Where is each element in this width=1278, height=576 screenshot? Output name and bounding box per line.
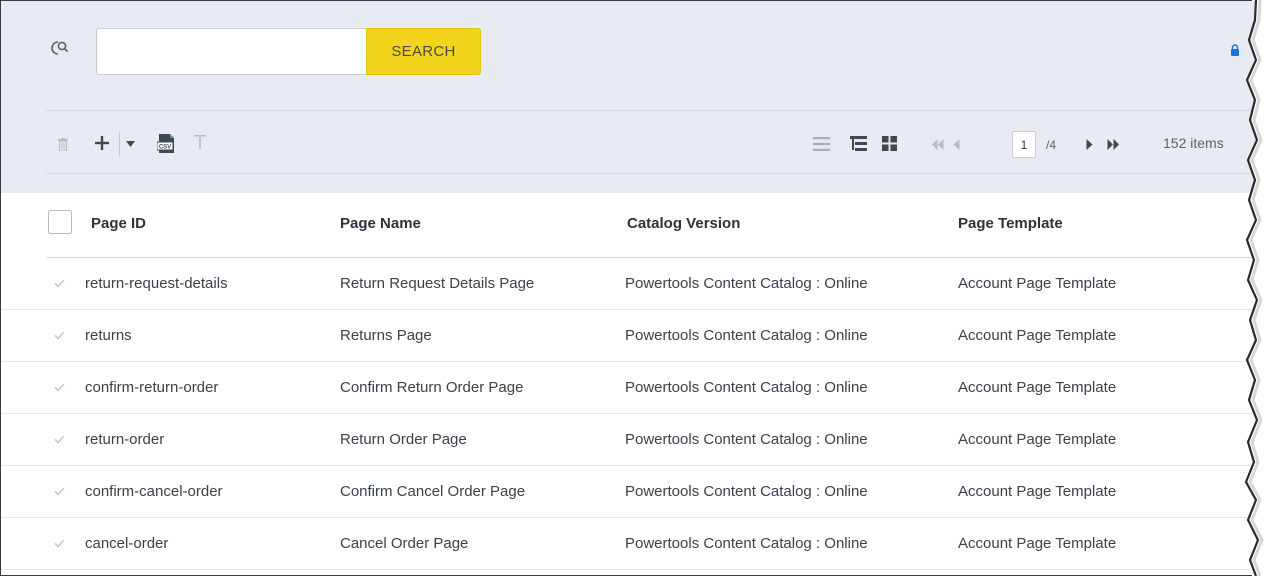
table-body: return-request-details Return Request De…: [1, 258, 1255, 570]
row-select-check-icon[interactable]: [54, 435, 65, 444]
frame-border: [0, 0, 1252, 1]
search-button[interactable]: SEARCH: [366, 28, 481, 75]
grid-view-icon[interactable]: [882, 136, 897, 151]
cell-catalog-version: Powertools Content Catalog : Online: [625, 483, 868, 500]
toolbar-divider: [46, 110, 1256, 111]
cell-catalog-version: Powertools Content Catalog : Online: [625, 327, 868, 344]
cell-page-template: Account Page Template: [958, 535, 1117, 552]
column-header-page-id[interactable]: Page ID: [91, 215, 146, 232]
trash-icon[interactable]: [58, 138, 68, 151]
table-row[interactable]: return-order Return Order Page Powertool…: [1, 414, 1255, 466]
column-header-catalog-version[interactable]: Catalog Version: [627, 215, 740, 232]
cell-page-id: return-order: [85, 431, 165, 448]
frame-border: [0, 0, 1, 576]
add-icon[interactable]: [94, 135, 110, 151]
table-header: Page ID Page Name Catalog Version Page T…: [1, 194, 1256, 258]
cell-page-id: returns: [85, 327, 132, 344]
cell-page-template: Account Page Template: [958, 483, 1117, 500]
row-select-check-icon[interactable]: [54, 539, 65, 548]
next-page-icon[interactable]: [1086, 139, 1093, 150]
prev-page-icon[interactable]: [953, 139, 960, 150]
cell-page-name: Cancel Order Page: [340, 535, 469, 552]
advanced-search-icon[interactable]: [51, 39, 69, 57]
page-total: /4: [1046, 138, 1057, 152]
list-view-icon[interactable]: [813, 137, 830, 151]
table-row[interactable]: confirm-cancel-order Confirm Cancel Orde…: [1, 466, 1255, 518]
first-page-icon[interactable]: [932, 139, 944, 150]
cell-page-id: cancel-order: [85, 535, 169, 552]
backoffice-window: SEARCH CSV 1 /4 152 items Page ID Page N…: [0, 0, 1278, 576]
column-header-page-name[interactable]: Page Name: [340, 215, 421, 232]
cell-page-name: Return Request Details Page: [340, 275, 535, 292]
toolbar-bottom-divider: [46, 173, 1256, 174]
table-row[interactable]: cancel-order Cancel Order Page Powertool…: [1, 518, 1255, 570]
search-toolbar-area: SEARCH CSV 1 /4 152 items: [1, 1, 1256, 193]
table-row[interactable]: return-request-details Return Request De…: [1, 258, 1255, 310]
table-row[interactable]: returns Returns Page Powertools Content …: [1, 310, 1255, 362]
page-number-input[interactable]: [1012, 131, 1036, 158]
cell-page-name: Return Order Page: [340, 431, 467, 448]
select-all-checkbox[interactable]: [48, 210, 72, 234]
cell-page-template: Account Page Template: [958, 431, 1117, 448]
row-select-check-icon[interactable]: [54, 487, 65, 496]
torn-paper-edge: [1244, 0, 1278, 576]
column-header-page-template[interactable]: Page Template: [958, 215, 1063, 232]
cell-page-template: Account Page Template: [958, 379, 1117, 396]
cell-page-name: Confirm Cancel Order Page: [340, 483, 526, 500]
cell-catalog-version: Powertools Content Catalog : Online: [625, 431, 868, 448]
row-select-check-icon[interactable]: [54, 331, 65, 340]
text-filter-icon[interactable]: [194, 135, 206, 149]
cell-page-id: confirm-return-order: [85, 379, 219, 396]
cell-page-name: Confirm Return Order Page: [340, 379, 524, 396]
table-row[interactable]: confirm-return-order Confirm Return Orde…: [1, 362, 1255, 414]
cell-page-id: return-request-details: [85, 275, 228, 292]
cell-catalog-version: Powertools Content Catalog : Online: [625, 379, 868, 396]
caret-down-icon[interactable]: [126, 141, 135, 147]
cell-page-template: Account Page Template: [958, 275, 1117, 292]
search-input[interactable]: [96, 28, 366, 75]
cell-catalog-version: Powertools Content Catalog : Online: [625, 535, 868, 552]
cell-catalog-version: Powertools Content Catalog : Online: [625, 275, 868, 292]
cell-page-id: confirm-cancel-order: [85, 483, 223, 500]
svg-text:CSV: CSV: [159, 145, 171, 151]
row-select-check-icon[interactable]: [54, 279, 65, 288]
toolbar-separator: [119, 132, 120, 157]
last-page-icon[interactable]: [1107, 139, 1119, 150]
csv-export-icon[interactable]: CSV: [157, 134, 175, 153]
cell-page-name: Returns Page: [340, 327, 432, 344]
cell-page-template: Account Page Template: [958, 327, 1117, 344]
row-select-check-icon[interactable]: [54, 383, 65, 392]
tree-view-icon[interactable]: [850, 136, 867, 151]
